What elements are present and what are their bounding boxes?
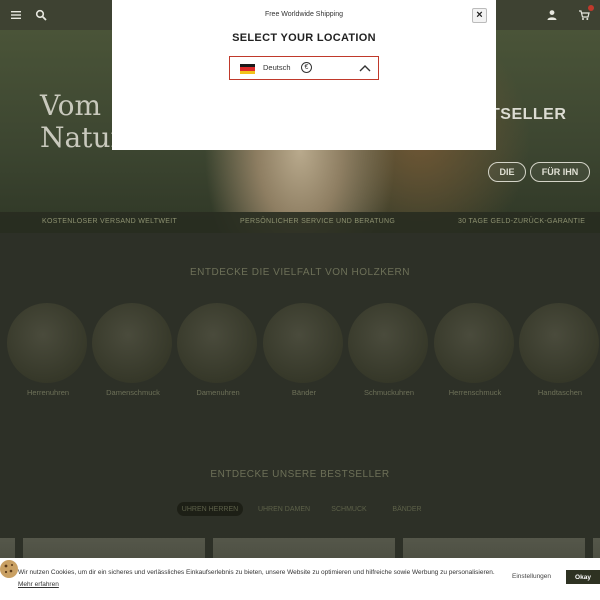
hero-button-die[interactable]: DIE bbox=[488, 162, 526, 182]
category-image bbox=[434, 303, 514, 383]
category-herrenschmuck[interactable]: Herrenschmuck bbox=[434, 303, 516, 397]
location-modal: Free Worldwide Shipping × SELECT YOUR LO… bbox=[112, 0, 496, 150]
cookie-message: Wir nutzen Cookies, um dir ein sicheres … bbox=[18, 569, 495, 576]
category-handtaschen[interactable]: Handtaschen bbox=[519, 303, 600, 397]
cart-count-badge bbox=[588, 5, 594, 11]
category-schmuckuhren[interactable]: Schmuckuhren bbox=[348, 303, 430, 397]
cookie-text: Wir nutzen Cookies, um dir ein sicheres … bbox=[18, 567, 498, 591]
bestseller-section-title: ENTDECKE UNSERE BESTSELLER bbox=[210, 469, 390, 480]
category-herrenuhren[interactable]: Herrenuhren bbox=[7, 303, 89, 397]
tab-schmuck[interactable]: SCHMUCK bbox=[322, 502, 376, 516]
tab-uhren-herren[interactable]: UHREN HERREN bbox=[177, 502, 243, 516]
category-image bbox=[92, 303, 172, 383]
category-image bbox=[263, 303, 343, 383]
usp-bar: KOSTENLOSER VERSAND WELTWEIT PERSÖNLICHE… bbox=[0, 212, 600, 233]
currency-euro-icon: € bbox=[301, 62, 312, 73]
usp-guarantee: 30 TAGE GELD-ZURÜCK-GARANTIE bbox=[458, 218, 586, 225]
modal-title: SELECT YOUR LOCATION bbox=[232, 32, 376, 44]
category-label: Schmuckuhren bbox=[363, 388, 415, 397]
hamburger-icon[interactable] bbox=[10, 9, 22, 21]
chevron-up-icon bbox=[359, 63, 371, 73]
category-damenschmuck[interactable]: Damenschmuck bbox=[92, 303, 174, 397]
selected-language: Deutsch bbox=[263, 63, 291, 72]
categories-section-title: ENTDECKE DIE VIELFALT VON HOLZKERN bbox=[189, 267, 410, 278]
germany-flag-icon bbox=[240, 64, 255, 74]
cookie-accept-button[interactable]: Okay bbox=[566, 570, 600, 584]
free-shipping-note: Free Worldwide Shipping bbox=[264, 11, 344, 18]
usp-shipping: KOSTENLOSER VERSAND WELTWEIT bbox=[42, 218, 178, 225]
cookie-bar: Wir nutzen Cookies, um dir ein sicheres … bbox=[0, 558, 600, 600]
category-image bbox=[519, 303, 599, 383]
category-image bbox=[7, 303, 87, 383]
category-image bbox=[177, 303, 257, 383]
category-label: Herrenuhren bbox=[26, 388, 70, 397]
close-icon[interactable]: × bbox=[472, 8, 487, 23]
category-label: Damenuhren bbox=[196, 388, 240, 397]
location-select[interactable]: Deutsch € bbox=[229, 56, 379, 80]
search-icon[interactable] bbox=[35, 9, 47, 21]
tab-baender[interactable]: BÄNDER bbox=[382, 502, 432, 516]
category-damenuhren[interactable]: Damenuhren bbox=[177, 303, 259, 397]
category-label: Bänder bbox=[291, 388, 317, 397]
usp-service: PERSÖNLICHER SERVICE UND BERATUNG bbox=[240, 218, 396, 225]
cookie-settings-button[interactable]: Einstellungen bbox=[512, 573, 551, 580]
category-baender[interactable]: Bänder bbox=[263, 303, 345, 397]
cookie-more-link[interactable]: Mehr erfahren bbox=[18, 581, 59, 588]
category-image bbox=[348, 303, 428, 383]
category-label: Damenschmuck bbox=[106, 388, 160, 397]
hero-button-fuer-ihn[interactable]: FÜR IHN bbox=[530, 162, 590, 182]
tab-uhren-damen[interactable]: UHREN DAMEN bbox=[253, 502, 315, 516]
cart-icon[interactable] bbox=[578, 9, 590, 21]
hero-subtitle: TSELLER bbox=[490, 106, 567, 123]
category-label: Herrenschmuck bbox=[448, 388, 502, 397]
user-icon[interactable] bbox=[546, 9, 558, 21]
category-label: Handtaschen bbox=[537, 388, 583, 397]
